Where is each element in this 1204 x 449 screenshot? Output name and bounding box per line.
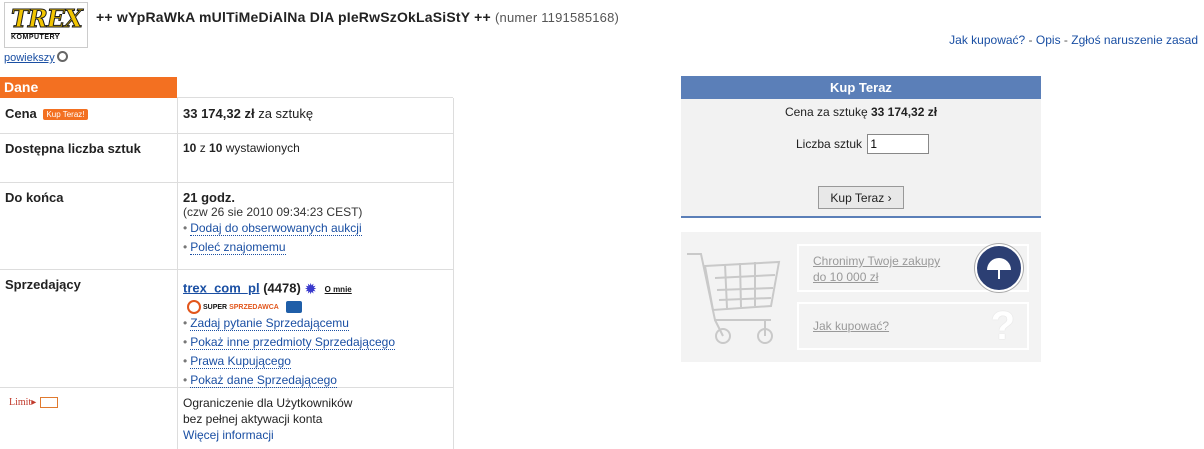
- seller-label: Sprzedający: [5, 277, 81, 292]
- buy-now-badge: Kup Teraz!: [43, 109, 88, 121]
- item-title-text: ++ wYpRaWkA mUlTiMeDiAlNa DlA pIeRwSzOkL…: [96, 9, 491, 25]
- limit-value: Ograniczenie dla Użytkowników bez pełnej…: [183, 395, 448, 443]
- time-left-row: Do końca 21 godz. (czw 26 sie 2010 09:34…: [0, 182, 454, 270]
- buy-box-title: Kup Teraz: [681, 76, 1041, 99]
- seller-rating: (4478): [263, 280, 301, 296]
- how-to-buy-promo-link[interactable]: Jak kupować? ?: [797, 302, 1029, 350]
- enlarge-label: powiekszy: [4, 52, 55, 64]
- item-number: (numer 1191585168): [495, 10, 620, 25]
- how-to-buy-link[interactable]: Jak kupować?: [949, 33, 1025, 47]
- top-links: Jak kupować? - Opis - Zgłoś naruszenie z…: [949, 33, 1198, 47]
- price-row: Cena Kup Teraz! 33 174,32 zł za sztukę: [0, 98, 454, 134]
- limit-text-line1: Ograniczenie dla Użytkowników: [183, 396, 353, 410]
- availability-value: 10 z 10 wystawionych: [183, 141, 300, 155]
- time-left: 21 godz.: [183, 190, 236, 205]
- more-info-link[interactable]: Więcej informacji: [183, 428, 274, 442]
- price-label: Cena Kup Teraz!: [5, 106, 170, 121]
- other-items-link[interactable]: • Pokaż inne przedmioty Sprzedającego: [183, 334, 448, 350]
- star-badge-icon: ✹: [304, 281, 317, 298]
- seller-details-link[interactable]: • Pokaż dane Sprzedającego: [183, 372, 448, 388]
- seller-logo[interactable]: TREX KOMPUTERY: [4, 2, 88, 48]
- enlarge-link[interactable]: powiekszy: [4, 50, 68, 64]
- company-seller-icon: [286, 300, 303, 313]
- shopping-cart-icon: [687, 253, 781, 344]
- how-to-buy-text: Jak kupować?: [813, 319, 890, 333]
- description-link[interactable]: Opis: [1036, 33, 1061, 47]
- availability-label: Dostępna liczba sztuk: [5, 141, 141, 156]
- item-title: ++ wYpRaWkA mUlTiMeDiAlNa DlA pIeRwSzOkL…: [96, 9, 619, 25]
- envelope-icon: [40, 397, 59, 409]
- time-left-label: Do końca: [5, 190, 64, 205]
- end-date: (czw 26 sie 2010 09:34:23 CEST): [183, 205, 363, 219]
- limit-text-line2: bez pełnej aktywacji konta: [183, 412, 323, 426]
- umbrella-icon: [975, 244, 1023, 292]
- seller-row: Sprzedający trex_com_pl (4478) ✹ O mnie …: [0, 269, 454, 388]
- price-value: 33 174,32 zł za sztukę: [183, 106, 314, 121]
- details-section-title: Dane: [0, 77, 177, 98]
- buyer-protection-link[interactable]: Chronimy Twoje zakupy do 10 000 zł: [797, 244, 1029, 292]
- quantity-label: Liczba sztuk: [796, 137, 863, 151]
- watch-auction-link[interactable]: • Dodaj do obserwowanych aukcji: [183, 221, 448, 236]
- protection-text: Chronimy Twoje zakupy do 10 000 zł: [813, 254, 941, 284]
- buy-now-box: Kup Teraz Cena za sztukę 33 174,32 zł Li…: [681, 76, 1041, 218]
- logo-text: TREX: [11, 4, 84, 34]
- limit-label: Limit▸: [9, 397, 59, 409]
- link-separator: -: [1025, 33, 1036, 47]
- limit-row: Limit▸ Ograniczenie dla Użytkowników bez…: [0, 387, 454, 449]
- promo-panel: Chronimy Twoje zakupy do 10 000 zł Jak ku…: [681, 232, 1041, 362]
- buy-box-price: Cena za sztukę 33 174,32 zł: [784, 105, 938, 119]
- seller-name-link[interactable]: trex_com_pl: [183, 280, 260, 295]
- availability-row: Dostępna liczba sztuk 10 z 10 wystawiony…: [0, 133, 454, 183]
- question-mark-icon: ?: [990, 304, 1015, 348]
- about-me-icon[interactable]: O mnie: [325, 285, 352, 294]
- report-violation-link[interactable]: Zgłoś naruszenie zasad: [1071, 33, 1198, 47]
- quantity-input[interactable]: [867, 134, 930, 154]
- recommend-link[interactable]: • Poleć znajomemu: [183, 240, 448, 255]
- magnifier-icon: [56, 51, 68, 62]
- buyer-rights-link[interactable]: • Prawa Kupującego: [183, 353, 448, 369]
- ask-seller-link[interactable]: • Zadaj pytanie Sprzedającemu: [183, 315, 448, 331]
- logo-subtext: KOMPUTERY: [11, 33, 60, 41]
- seller-value: trex_com_pl (4478) ✹ O mnie SUPER SPRZED…: [183, 280, 448, 388]
- time-left-value: 21 godz. (czw 26 sie 2010 09:34:23 CEST)…: [183, 190, 448, 255]
- quantity-field: Liczba sztuk: [796, 134, 930, 154]
- link-separator: -: [1060, 33, 1072, 47]
- buy-now-button[interactable]: Kup Teraz ›: [818, 186, 904, 209]
- super-seller-icon: SUPER SPRZEDAWCA: [187, 299, 279, 314]
